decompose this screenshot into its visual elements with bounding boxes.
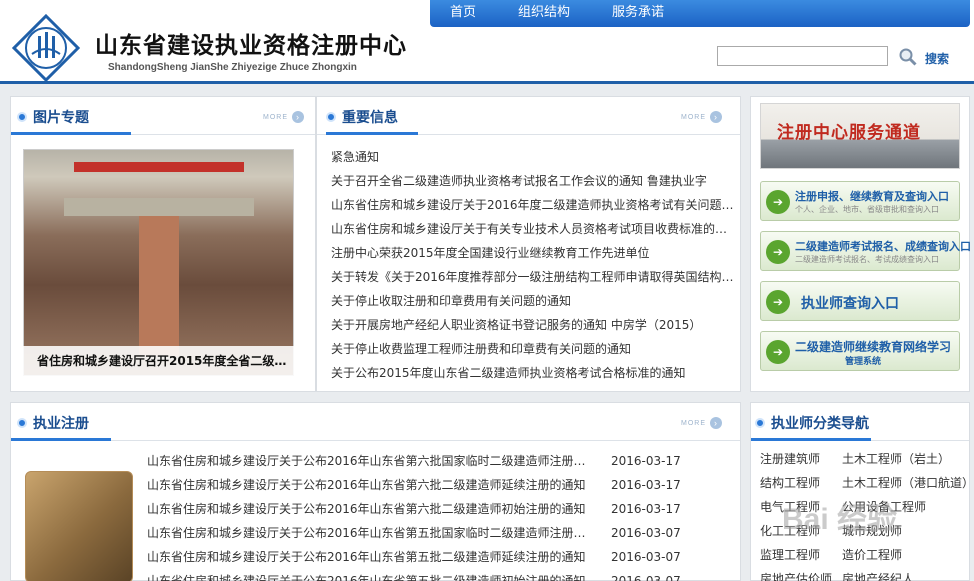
panel-header: 执业注册 MORE › bbox=[11, 403, 740, 441]
list-item[interactable]: 山东省住房和城乡建设厅关于公布2016年山东省第六批二级建造师初始注册的通知 20… bbox=[147, 497, 727, 521]
site-header: 山东省建设执业资格注册中心 ShandongSheng JianShe Zhiy… bbox=[0, 0, 974, 84]
registration-panel: 执业注册 MORE › 山东省住房和城乡建设厅关于公布2016年山东省第六批国家临… bbox=[10, 402, 741, 581]
nav-service-commitment[interactable]: 服务承诺 bbox=[612, 0, 664, 27]
exam-signup-button[interactable]: ➔ 二级建造师考试报名、成绩查询入口 二级建造师考试报名、考试成绩查询入口 bbox=[760, 231, 971, 271]
news-item[interactable]: 山东省住房和城乡建设厅关于有关专业技术人员资格考试项目收费标准的通知 bbox=[331, 217, 736, 241]
news-item[interactable]: 关于召开全省二级建造师执业资格考试报名工作会议的通知 鲁建执业字 bbox=[331, 169, 736, 193]
panel-title: 重要信息 bbox=[342, 110, 398, 126]
conference-photo[interactable] bbox=[23, 149, 294, 376]
top-nav: 首页 组织结构 服务承诺 bbox=[430, 0, 970, 27]
news-list: 紧急通知 关于召开全省二级建造师执业资格考试报名工作会议的通知 鲁建执业字 山东… bbox=[331, 145, 736, 385]
search-button[interactable]: 搜索 bbox=[925, 50, 949, 67]
list-item[interactable]: 山东省住房和城乡建设厅关于公布2016年山东省第五批二级建造师延续注册的通知 20… bbox=[147, 545, 727, 569]
panel-title: 执业注册 bbox=[33, 416, 89, 432]
photo-stage bbox=[64, 198, 254, 216]
category-link[interactable]: 监理工程师 bbox=[760, 543, 842, 567]
category-link[interactable]: 土木工程师（港口航道） bbox=[842, 471, 974, 495]
news-item[interactable]: 关于开展房地产经纪人职业资格证书登记服务的通知 中房学（2015） bbox=[331, 313, 736, 337]
search-input[interactable] bbox=[717, 46, 888, 66]
panel-title: 执业师分类导航 bbox=[771, 416, 869, 432]
category-panel: 执业师分类导航 注册建筑师 土木工程师（岩土） 结构工程师 土木工程师（港口航道… bbox=[750, 402, 974, 581]
list-item[interactable]: 山东省住房和城乡建设厅关于公布2016年山东省第六批国家临时二级建造师注册的通知… bbox=[147, 449, 727, 473]
arrow-right-icon: › bbox=[710, 417, 722, 429]
arrow-right-icon: ➔ bbox=[766, 190, 790, 214]
news-item[interactable]: 紧急通知 bbox=[331, 145, 736, 169]
registration-entry-button[interactable]: ➔ 注册申报、继续教育及查询入口 个人、企业、地市、省级审批和查询入口 bbox=[760, 181, 960, 221]
site-title: 山东省建设执业资格注册中心 bbox=[95, 33, 407, 59]
arrow-right-icon: › bbox=[710, 111, 722, 123]
arrow-right-icon: ➔ bbox=[766, 340, 790, 364]
bullet-icon bbox=[326, 112, 336, 122]
news-item[interactable]: 关于转发《关于2016年度推荐部分一级注册结构工程师申请取得英国结构工程师学会会… bbox=[331, 265, 736, 289]
more-link[interactable]: MORE › bbox=[681, 417, 722, 429]
title-underline bbox=[326, 132, 418, 135]
nav-organization[interactable]: 组织结构 bbox=[518, 0, 570, 27]
news-item[interactable]: 关于停止收取注册和印章费用有关问题的通知 bbox=[331, 289, 736, 313]
news-item[interactable]: 关于公布2015年度山东省二级建造师执业资格考试合格标准的通知 bbox=[331, 361, 736, 385]
arrow-right-icon: ➔ bbox=[766, 290, 790, 314]
category-link[interactable]: 房地产经纪人 bbox=[842, 567, 970, 581]
news-item[interactable]: 注册中心荣获2015年度全国建设行业继续教育工作先进单位 bbox=[331, 241, 736, 265]
category-link[interactable]: 土木工程师（岩土） bbox=[842, 447, 970, 471]
arrow-right-icon: › bbox=[292, 111, 304, 123]
panel-header: 重要信息 MORE › bbox=[317, 97, 740, 135]
photo-aisle bbox=[139, 216, 179, 356]
service-panel: 注册中心服务通道 ➔ 注册申报、继续教育及查询入口 个人、企业、地市、省级审批和… bbox=[750, 96, 971, 392]
category-link[interactable]: 结构工程师 bbox=[760, 471, 842, 495]
registration-list: 山东省住房和城乡建设厅关于公布2016年山东省第六批国家临时二级建造师注册的通知… bbox=[147, 449, 727, 581]
news-item[interactable]: 关于停止收费监理工程师注册费和印章费有关问题的通知 bbox=[331, 337, 736, 361]
more-link[interactable]: MORE › bbox=[263, 111, 304, 123]
search-icon[interactable] bbox=[899, 48, 917, 66]
list-item[interactable]: 山东省住房和城乡建设厅关于公布2016年山东省第五批二级建造师初始注册的通知 20… bbox=[147, 569, 727, 581]
watermark: Bai 经验 bbox=[782, 503, 898, 536]
news-item[interactable]: 山东省住房和城乡建设厅关于2016年度二级建造师执业资格考试有关问题的通知 bbox=[331, 193, 736, 217]
service-banner-title: 注册中心服务通道 bbox=[777, 123, 921, 143]
nav-home[interactable]: 首页 bbox=[450, 0, 476, 27]
category-link[interactable]: 造价工程师 bbox=[842, 543, 970, 567]
arrow-right-icon: ➔ bbox=[766, 240, 790, 264]
bullet-icon bbox=[17, 418, 27, 428]
document-folder-image bbox=[25, 471, 133, 581]
title-underline bbox=[11, 132, 131, 135]
bullet-icon bbox=[17, 112, 27, 122]
photo-banner bbox=[74, 162, 244, 172]
title-underline bbox=[751, 438, 871, 441]
service-banner[interactable]: 注册中心服务通道 bbox=[760, 103, 960, 169]
list-item[interactable]: 山东省住房和城乡建设厅关于公布2016年山东省第六批二级建造师延续注册的通知 20… bbox=[147, 473, 727, 497]
panel-title: 图片专题 bbox=[33, 110, 89, 126]
site-subtitle: ShandongSheng JianShe Zhiyezige Zhuce Zh… bbox=[108, 62, 357, 73]
site-logo-icon[interactable] bbox=[12, 14, 80, 82]
category-link[interactable]: 房地产估价师 bbox=[760, 567, 842, 581]
panel-header: 执业师分类导航 bbox=[751, 403, 969, 441]
practitioner-query-button[interactable]: ➔ 执业师查询入口 bbox=[760, 281, 960, 321]
more-link[interactable]: MORE › bbox=[681, 111, 722, 123]
photo-panel: 图片专题 MORE› 省住房和城乡建设厅召开2015年度全省二级建造师执业资格考… bbox=[10, 96, 316, 392]
panel-header: 图片专题 MORE › bbox=[11, 97, 315, 135]
news-panel: 重要信息 MORE › 紧急通知 关于召开全省二级建造师执业资格考试报名工作会议的… bbox=[316, 96, 741, 392]
title-underline bbox=[11, 438, 111, 441]
photo-caption[interactable]: 省住房和城乡建设厅召开2015年度全省二级建造师执业资格考试考务工作会议 bbox=[23, 346, 294, 376]
list-item[interactable]: 山东省住房和城乡建设厅关于公布2016年山东省第五批国家临时二级建造师注册的通知… bbox=[147, 521, 727, 545]
bullet-icon bbox=[755, 418, 765, 428]
continuing-education-button[interactable]: ➔ 二级建造师继续教育网络学习 管理系统 bbox=[760, 331, 960, 371]
category-link[interactable]: 注册建筑师 bbox=[760, 447, 842, 471]
